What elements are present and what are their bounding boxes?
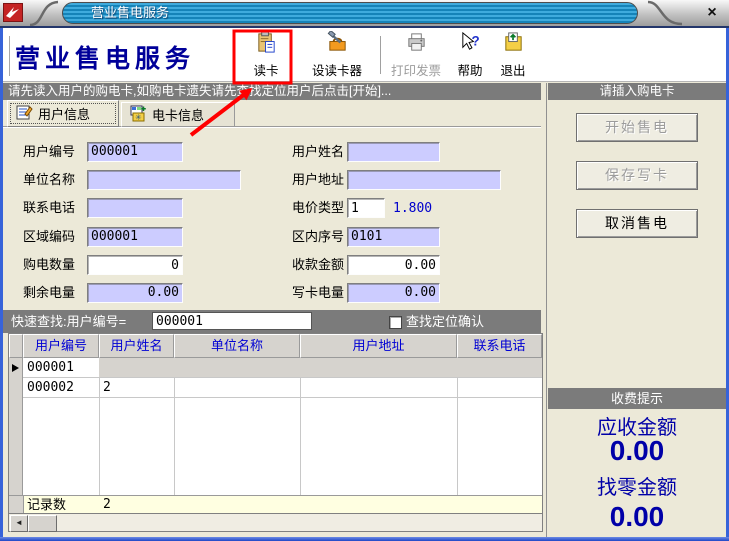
window-title: 营业售电服务 bbox=[91, 3, 169, 23]
grid-col-org-name[interactable]: 单位名称 bbox=[174, 334, 300, 358]
cancel-sell-button[interactable]: 取消售电 bbox=[576, 209, 698, 238]
start-sell-button: 开始售电 bbox=[576, 113, 698, 142]
svg-text:?: ? bbox=[471, 33, 479, 48]
change-value: 0.00 bbox=[548, 501, 726, 533]
message-bar: 请先读入用户的购电卡,如购电卡遗失请先查找定位用户后点击[开始]... bbox=[3, 83, 541, 100]
price-rate-value: 1.800 bbox=[393, 201, 432, 216]
save-write-card-button: 保存写卡 bbox=[576, 161, 698, 190]
help-icon: ? bbox=[459, 31, 482, 59]
record-count-value: 2 bbox=[103, 496, 111, 513]
grid-selector-header bbox=[9, 334, 23, 358]
purchase-qty-label: 购电数量 bbox=[23, 255, 75, 275]
grid-col-user-id[interactable]: 用户编号 bbox=[23, 334, 99, 358]
quick-search-label: 快速查找:用户编号= bbox=[11, 310, 126, 333]
user-name-field bbox=[347, 142, 440, 162]
fee-hint-header: 收费提示 bbox=[548, 388, 726, 409]
user-id-label: 用户编号 bbox=[23, 142, 75, 162]
help-label: 帮助 bbox=[457, 60, 482, 79]
grid-col-user-addr[interactable]: 用户地址 bbox=[300, 334, 457, 358]
window-border-left bbox=[0, 28, 3, 541]
receivable-value: 0.00 bbox=[548, 435, 726, 467]
phone-field bbox=[87, 198, 183, 218]
message-text: 请先读入用户的购电卡,如购电卡遗失请先查找定位用户后点击[开始]... bbox=[8, 84, 391, 98]
grid-selector-column bbox=[9, 358, 23, 513]
org-name-label: 单位名称 bbox=[23, 170, 75, 190]
phone-label: 联系电话 bbox=[23, 198, 75, 218]
current-row-marker bbox=[12, 364, 19, 372]
region-code-label: 区域编码 bbox=[23, 227, 75, 247]
price-type-label: 电价类型 bbox=[292, 198, 344, 218]
exit-icon bbox=[502, 31, 525, 59]
titlebar-pill: 营业售电服务 bbox=[62, 2, 638, 24]
exit-label: 退出 bbox=[500, 60, 525, 79]
change-label: 找零金额 bbox=[548, 471, 726, 500]
locate-confirm-checkbox[interactable] bbox=[389, 316, 402, 329]
read-card-icon bbox=[255, 31, 278, 59]
user-info-icon bbox=[16, 104, 33, 124]
user-name-label: 用户姓名 bbox=[292, 142, 344, 162]
user-addr-field bbox=[347, 170, 501, 190]
user-grid: 用户编号 用户姓名 单位名称 用户地址 联系电话 000001 000002 2… bbox=[8, 333, 543, 532]
remain-qty-field: 0.00 bbox=[87, 283, 183, 303]
insert-card-hint: 请插入购电卡 bbox=[548, 83, 726, 100]
seq-no-field: 0101 bbox=[347, 227, 440, 247]
region-code-field: 000001 bbox=[87, 227, 183, 247]
locate-confirm-label: 查找定位确认 bbox=[406, 310, 484, 333]
scroll-thumb[interactable] bbox=[28, 515, 57, 532]
user-id-field: 000001 bbox=[87, 142, 183, 162]
tab-user-info-label: 用户信息 bbox=[38, 104, 90, 123]
scroll-left-button[interactable]: ◄ bbox=[10, 515, 28, 532]
org-name-field bbox=[87, 170, 241, 190]
table-row[interactable]: 000002 2 bbox=[23, 378, 542, 398]
quick-search-input[interactable] bbox=[152, 312, 312, 330]
toolbar-separator bbox=[380, 36, 384, 74]
record-count-label: 记录数 bbox=[27, 496, 66, 513]
card-info-icon: ✳ bbox=[130, 105, 147, 125]
tab-user-info[interactable]: 用户信息 bbox=[7, 100, 119, 127]
read-card-button[interactable]: 读卡 bbox=[242, 31, 290, 79]
purchase-qty-field[interactable] bbox=[87, 255, 183, 275]
card-reader-setup-button[interactable]: 设读卡器 bbox=[297, 31, 377, 79]
grid-hscrollbar[interactable]: ◄ bbox=[9, 513, 542, 531]
close-button[interactable]: × bbox=[700, 2, 724, 23]
exit-button[interactable]: 退出 bbox=[493, 31, 533, 79]
grid-footer: 记录数 2 bbox=[9, 495, 542, 513]
toolbar: 营业售电服务 读卡 bbox=[3, 28, 726, 82]
user-addr-label: 用户地址 bbox=[292, 170, 344, 190]
write-qty-field: 0.00 bbox=[347, 283, 440, 303]
window-border-bottom bbox=[0, 537, 729, 541]
table-row[interactable]: 000001 bbox=[23, 358, 542, 378]
seq-no-label: 区内序号 bbox=[292, 227, 344, 247]
user-info-form: 用户编号 000001 用户姓名 单位名称 用户地址 联系电话 电价类型 1.8… bbox=[3, 128, 541, 310]
card-reader-setup-icon bbox=[326, 31, 349, 59]
help-button[interactable]: ? 帮助 bbox=[450, 31, 490, 79]
print-invoice-button: 打印发票 bbox=[386, 31, 446, 79]
tab-card-info[interactable]: ✳ 电卡信息 bbox=[121, 102, 235, 127]
panel-divider bbox=[546, 83, 547, 538]
pay-amount-label: 收款金额 bbox=[292, 255, 344, 275]
app-window: 营业售电服务 × 营业售电服务 读卡 bbox=[0, 0, 729, 541]
write-qty-label: 写卡电量 bbox=[292, 283, 344, 303]
svg-text:✳: ✳ bbox=[135, 113, 142, 122]
pay-amount-field[interactable] bbox=[347, 255, 440, 275]
sell-panel: 请插入购电卡 开始售电 保存写卡 取消售电 收费提示 应收金额 0.00 找零金… bbox=[548, 83, 726, 538]
tab-card-info-label: 电卡信息 bbox=[152, 105, 204, 124]
price-type-field[interactable] bbox=[347, 198, 385, 218]
grid-col-user-name[interactable]: 用户姓名 bbox=[99, 334, 174, 358]
print-invoice-label: 打印发票 bbox=[391, 60, 441, 79]
card-reader-setup-label: 设读卡器 bbox=[312, 60, 362, 79]
remain-qty-label: 剩余电量 bbox=[23, 283, 75, 303]
print-invoice-icon bbox=[405, 31, 428, 59]
grid-col-phone[interactable]: 联系电话 bbox=[457, 334, 542, 358]
titlebar: 营业售电服务 × bbox=[0, 0, 729, 28]
toolbar-gripper[interactable] bbox=[5, 36, 10, 76]
read-card-label: 读卡 bbox=[253, 60, 278, 79]
quick-search-bar: 快速查找:用户编号= 查找定位确认 bbox=[3, 310, 541, 333]
app-title: 营业售电服务 bbox=[15, 39, 195, 75]
